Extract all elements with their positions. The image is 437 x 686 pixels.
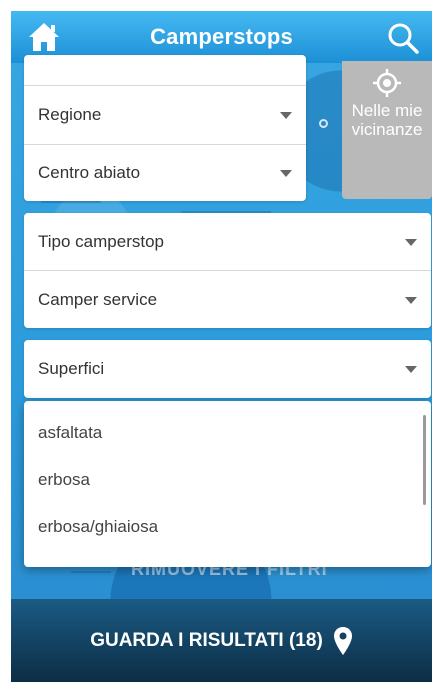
chevron-down-icon: [405, 238, 417, 246]
near-me-label: Nelle mie vicinanze: [351, 101, 423, 139]
surface-option[interactable]: erbosa: [38, 470, 90, 490]
town-select[interactable]: Centro abiato: [24, 144, 306, 202]
region-select[interactable]: Regione: [24, 86, 306, 144]
chevron-down-icon: [405, 365, 417, 373]
crosshair-icon: [373, 69, 401, 97]
app-title: Camperstops: [150, 24, 293, 49]
town-select-label: Centro abiato: [38, 163, 141, 182]
chevron-down-icon: [405, 296, 417, 304]
location-filter-card: Regione Centro abiato: [24, 55, 306, 201]
type-filter-card: Tipo camperstop Camper service: [24, 213, 431, 328]
region-select-label: Regione: [38, 105, 102, 124]
dropdown-scrollbar[interactable]: [423, 415, 426, 505]
surface-filter-card: Superfici: [24, 340, 431, 398]
chevron-down-icon: [280, 169, 292, 177]
surface-select[interactable]: Superfici: [24, 340, 431, 398]
search-icon[interactable]: [386, 21, 420, 55]
home-icon[interactable]: [27, 21, 61, 53]
surface-option[interactable]: erbosa/ghiaiosa: [38, 517, 158, 537]
camperstop-type-select[interactable]: Tipo camperstop: [24, 213, 431, 271]
camperstop-type-label: Tipo camperstop: [38, 232, 164, 251]
surface-select-label: Superfici: [38, 359, 105, 378]
camper-service-label: Camper service: [38, 290, 158, 309]
map-marker: [319, 119, 328, 128]
surface-option[interactable]: asfaltata: [38, 423, 102, 443]
map-pin-icon: [333, 626, 352, 655]
chevron-down-icon: [280, 111, 292, 119]
show-results-button[interactable]: GUARDA I RISULTATI (18): [11, 599, 432, 682]
show-results-label: GUARDA I RISULTATI (18): [90, 629, 323, 651]
camper-service-select[interactable]: Camper service: [24, 271, 431, 329]
app-screen: RIMUOVERE I FILTRI Camperstops Nelle mie…: [11, 11, 432, 682]
surface-dropdown-list: asfaltata erbosa erbosa/ghiaiosa: [24, 401, 431, 567]
near-me-button[interactable]: Nelle mie vicinanze: [342, 61, 432, 199]
